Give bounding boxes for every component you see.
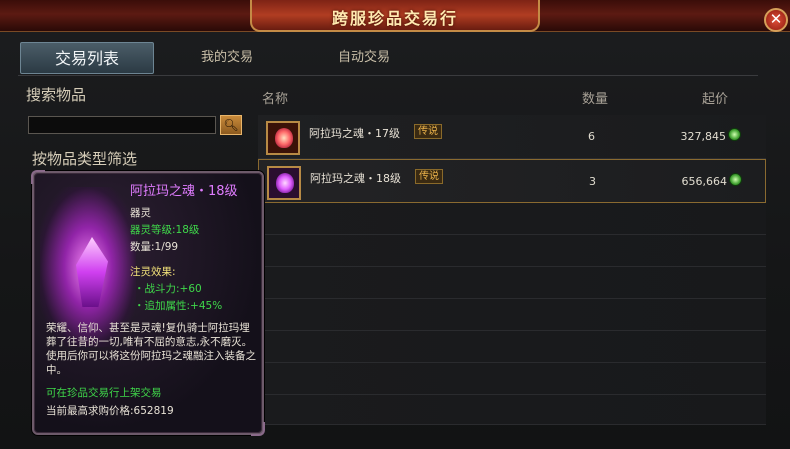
- item-price: 656,664: [681, 175, 728, 188]
- item-icon-frame: [267, 166, 301, 200]
- item-price: 327,845: [680, 130, 727, 143]
- tab-auto-trade[interactable]: 自动交易: [314, 42, 414, 74]
- search-button[interactable]: 🔍︎: [220, 115, 242, 135]
- title-bar: 跨服珍品交易行 ✕: [0, 0, 790, 32]
- tooltip-description: 荣耀、信仰、甚至是灵魂!复仇骑士阿拉玛埋葬了往昔的一切,唯有不屈的意志,永不磨灭…: [46, 322, 256, 376]
- empty-row: [258, 299, 766, 331]
- empty-row: [258, 363, 766, 395]
- empty-row: [258, 395, 766, 425]
- item-list: 阿拉玛之魂・17级 传说 6 327,845 阿拉玛之魂・18级 传说 3 65…: [258, 115, 766, 425]
- item-qty: 6: [588, 130, 595, 143]
- close-button[interactable]: ✕: [764, 8, 788, 32]
- currency-icon: [728, 128, 741, 141]
- tooltip-title: 阿拉玛之魂・18级: [130, 184, 238, 199]
- title-plate: 跨服珍品交易行: [250, 0, 540, 32]
- tab-trade-list[interactable]: 交易列表: [20, 42, 154, 74]
- tooltip-effect-power: ・战斗力:+60: [134, 283, 202, 295]
- trade-window: 跨服珍品交易行 ✕ 交易列表 我的交易 自动交易 搜索物品 🔍︎ 按物品类型筛选…: [0, 0, 790, 449]
- tooltip-level: 器灵等级:18级: [130, 224, 200, 236]
- filter-panel: 搜索物品 🔍︎ 按物品类型筛选: [26, 82, 248, 168]
- empty-row: [258, 331, 766, 363]
- list-header: 名称 数量 起价: [262, 88, 762, 110]
- empty-row: [258, 267, 766, 299]
- tooltip-highest-bid: 当前最高求购价格:652819: [46, 405, 174, 417]
- window-title: 跨服珍品交易行: [331, 9, 458, 28]
- orange-soul-icon: [275, 128, 293, 148]
- item-tooltip: 阿拉玛之魂・18级 器灵 器灵等级:18级 数量:1/99 注灵效果: ・战斗力…: [31, 170, 265, 436]
- tooltip-count: 数量:1/99: [130, 241, 179, 253]
- search-row: 🔍︎: [28, 115, 242, 136]
- currency-icon: [729, 173, 742, 186]
- tooltip-tradeable: 可在珍品交易行上架交易: [46, 387, 162, 399]
- item-name: 阿拉玛之魂・18级: [310, 172, 401, 185]
- list-item[interactable]: 阿拉玛之魂・17级 传说 6 327,845: [258, 115, 766, 159]
- purple-soul-icon: [276, 173, 294, 193]
- tooltip-type: 器灵: [130, 207, 151, 219]
- list-item[interactable]: 阿拉玛之魂・18级 传说 3 656,664: [258, 159, 766, 203]
- empty-row: [258, 235, 766, 267]
- item-icon-frame: [266, 121, 300, 155]
- ornament-corner: [251, 422, 265, 436]
- filter-title: 按物品类型筛选: [32, 150, 138, 168]
- search-icon: 🔍︎: [223, 118, 239, 132]
- item-qty: 3: [589, 175, 596, 188]
- header-name: 名称: [262, 92, 289, 107]
- crystal-core: [76, 237, 108, 307]
- header-qty: 数量: [582, 92, 609, 107]
- search-title: 搜索物品: [26, 86, 87, 104]
- grade-badge: 传说: [414, 124, 442, 139]
- empty-row: [258, 203, 766, 235]
- tooltip-effect-label: 注灵效果:: [130, 266, 176, 278]
- ornament-corner: [31, 170, 45, 184]
- item-name: 阿拉玛之魂・17级: [309, 127, 400, 140]
- tooltip-effect-attr: ・追加属性:+45%: [134, 300, 223, 312]
- header-price: 起价: [702, 92, 729, 107]
- close-icon: ✕: [769, 10, 783, 28]
- grade-badge: 传说: [415, 169, 443, 184]
- tab-bar: 交易列表 我的交易 自动交易: [18, 38, 758, 76]
- tab-my-trades[interactable]: 我的交易: [182, 42, 272, 74]
- search-input[interactable]: [28, 116, 216, 134]
